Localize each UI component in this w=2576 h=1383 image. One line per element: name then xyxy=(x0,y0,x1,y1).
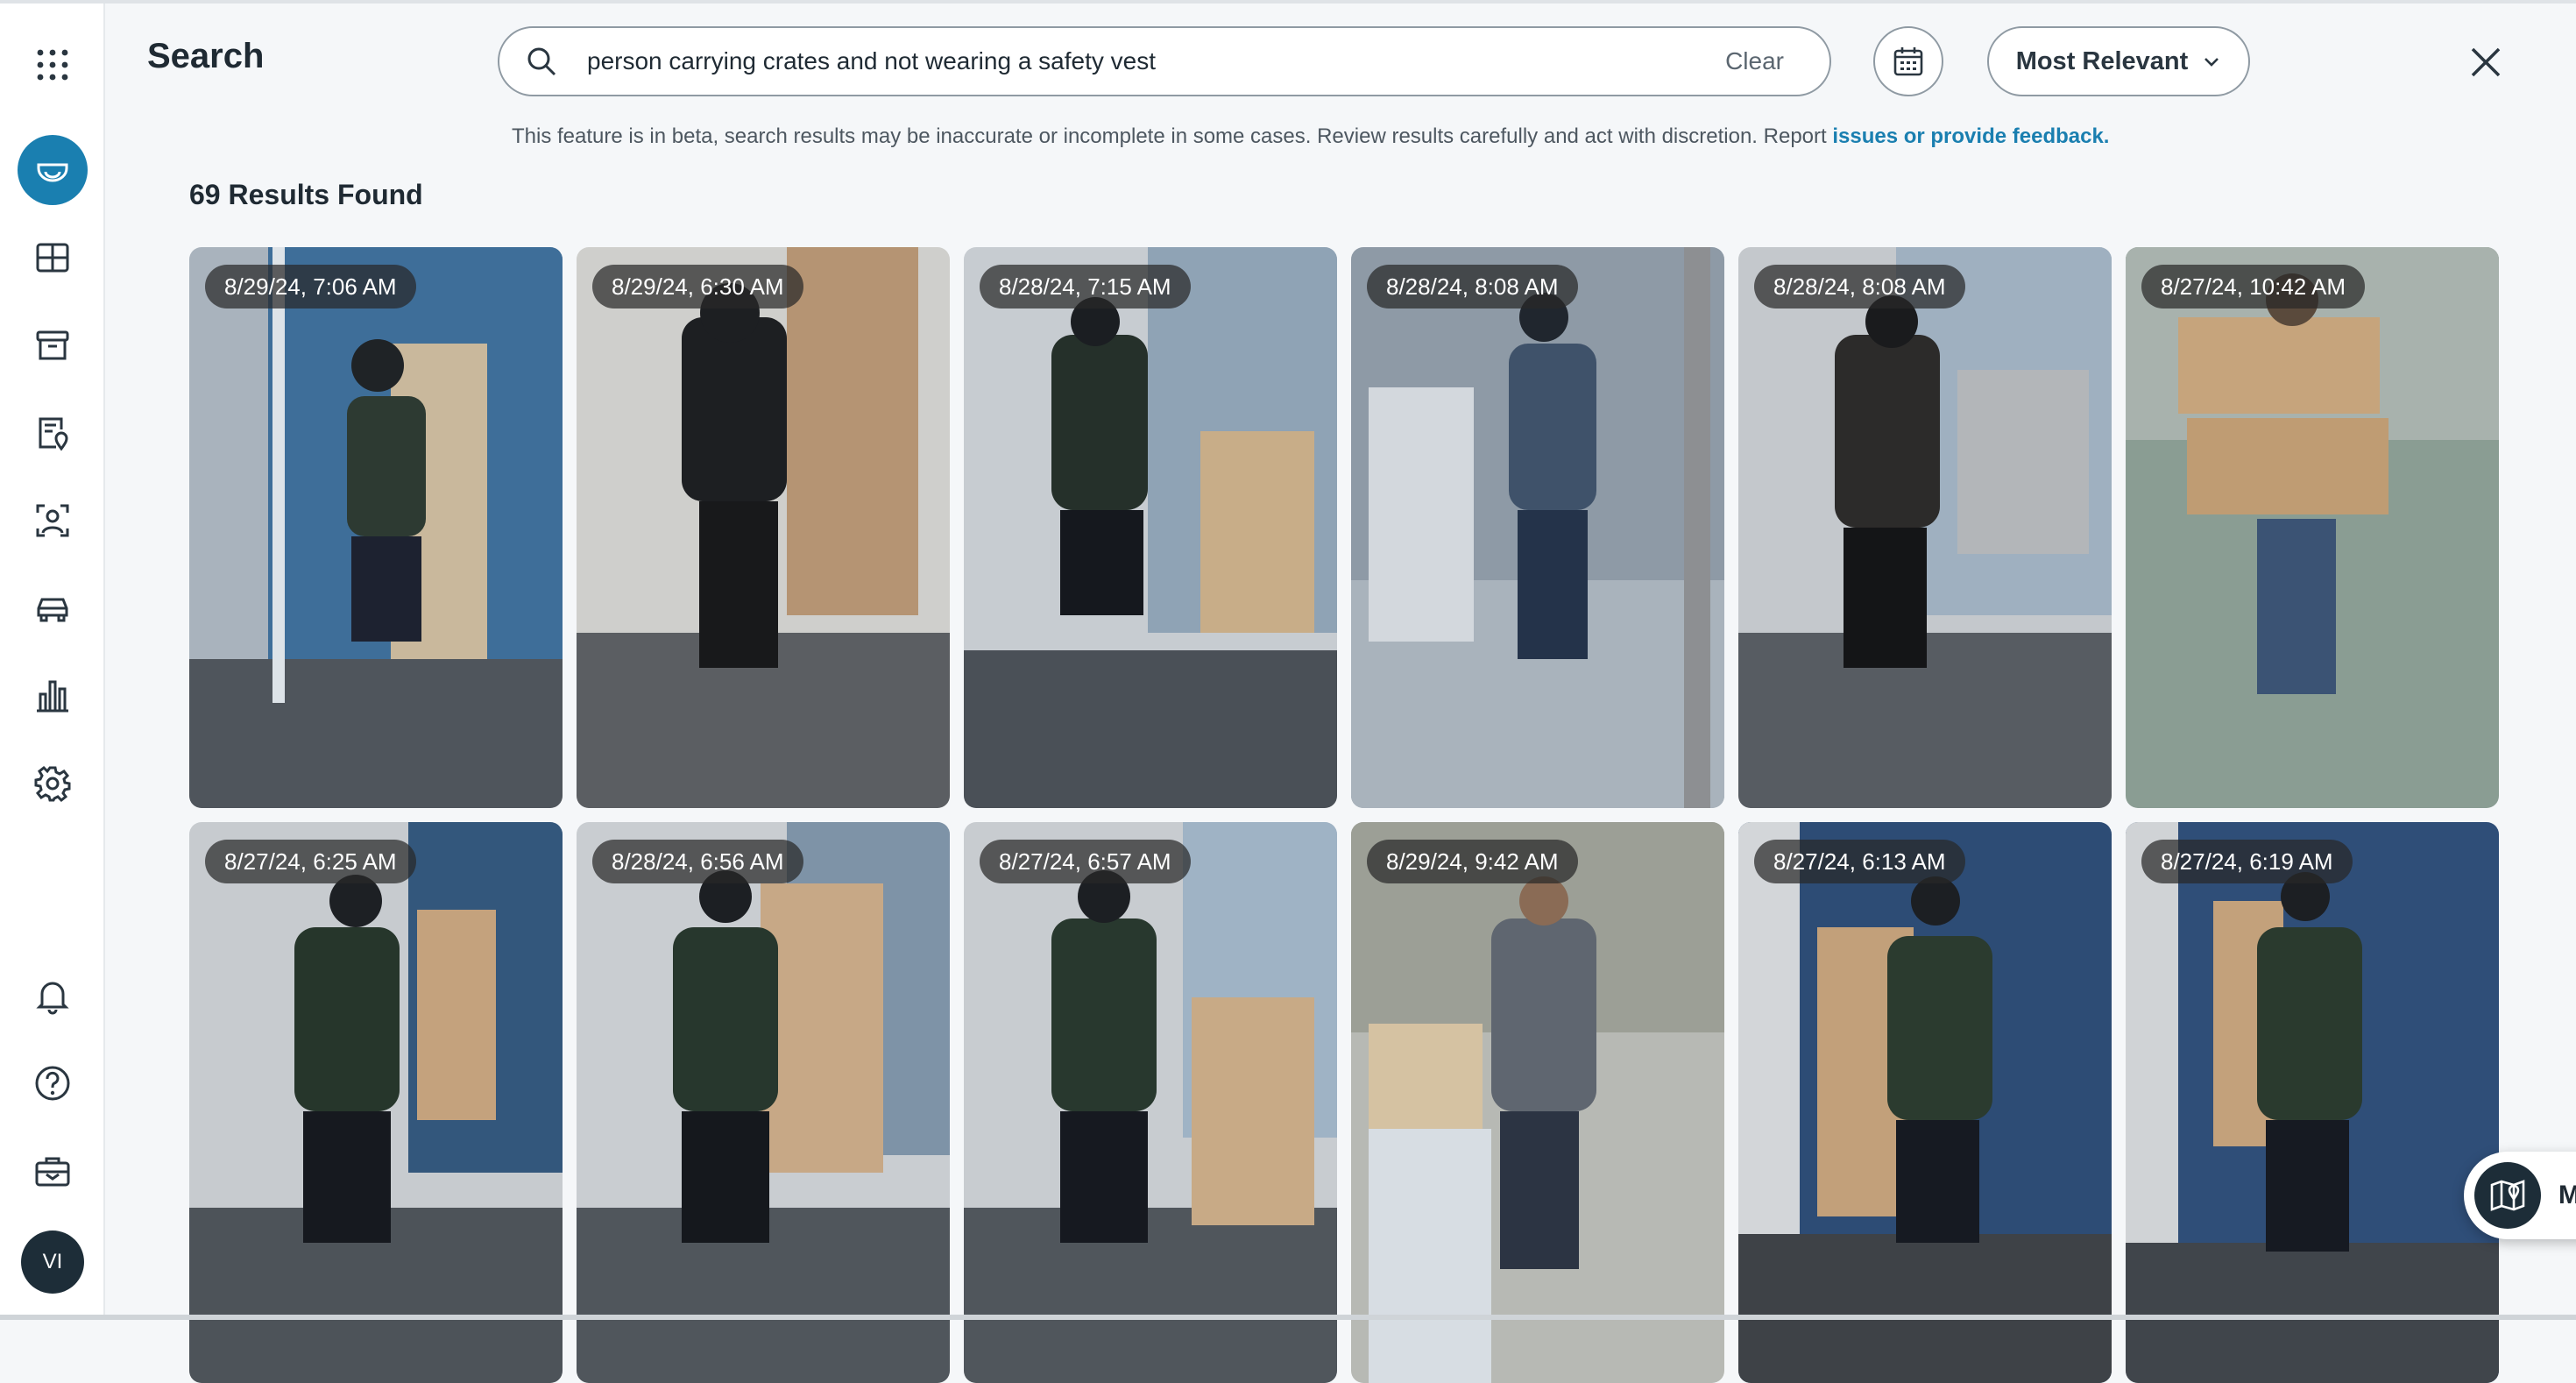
timestamp-badge: 8/27/24, 6:25 AM xyxy=(205,840,416,883)
timestamp-badge: 8/27/24, 6:13 AM xyxy=(1754,840,1965,883)
result-thumbnail xyxy=(1351,822,1724,1383)
timestamp-badge: 8/29/24, 9:42 AM xyxy=(1367,840,1578,883)
result-card[interactable]: 8/27/24, 6:57 AM xyxy=(964,822,1337,1383)
result-thumbnail xyxy=(2126,247,2499,808)
camera-dome-icon xyxy=(37,163,68,182)
result-thumbnail xyxy=(189,822,563,1383)
feedback-link[interactable]: issues or provide feedback. xyxy=(1832,124,2109,148)
close-icon[interactable] xyxy=(2466,42,2506,82)
map-button[interactable]: Map xyxy=(2464,1152,2576,1239)
timestamp-badge: 8/27/24, 10:42 AM xyxy=(2141,265,2366,309)
date-filter-button[interactable] xyxy=(1873,26,1943,96)
map-icon xyxy=(2490,1180,2525,1211)
person-scan-icon xyxy=(36,504,69,537)
result-card[interactable]: 8/27/24, 6:25 AM xyxy=(189,822,563,1383)
toolbox-icon xyxy=(35,1157,70,1187)
result-thumbnail xyxy=(577,822,950,1383)
sidebar-item-vehicles[interactable] xyxy=(18,573,88,643)
sidebar-item-people[interactable] xyxy=(18,486,88,556)
analytics-icon xyxy=(37,680,68,713)
result-thumbnail xyxy=(2126,822,2499,1383)
results-count: 69 Results Found xyxy=(189,179,423,210)
timestamp-badge: 8/28/24, 8:08 AM xyxy=(1754,265,1965,309)
gear-icon xyxy=(34,765,71,803)
sidebar-item-analytics[interactable] xyxy=(18,661,88,731)
map-icon-wrap xyxy=(2474,1162,2541,1229)
sidebar: VI xyxy=(0,4,105,1315)
timestamp-badge: 8/28/24, 8:08 AM xyxy=(1367,265,1578,309)
help-icon xyxy=(35,1066,70,1101)
timestamp-badge: 8/29/24, 6:30 AM xyxy=(592,265,803,309)
search-query[interactable]: person carrying crates and not wearing a… xyxy=(587,47,1725,75)
page-title: Search xyxy=(147,37,265,75)
search-input[interactable]: person carrying crates and not wearing a… xyxy=(498,26,1831,96)
sort-dropdown[interactable]: Most Relevant xyxy=(1987,26,2250,96)
result-card[interactable]: 8/28/24, 8:08 AM xyxy=(1351,247,1724,808)
avatar[interactable]: VI xyxy=(21,1231,84,1294)
beta-notice: This feature is in beta, search results … xyxy=(512,124,2109,149)
sidebar-item-help[interactable] xyxy=(18,1048,88,1118)
map-label: Map xyxy=(2558,1181,2576,1209)
result-card[interactable]: 8/29/24, 7:06 AM xyxy=(189,247,563,808)
search-panel: Search person carrying crates and not we… xyxy=(107,4,2576,1383)
result-thumbnail xyxy=(964,822,1337,1383)
calendar-icon xyxy=(1893,47,1923,76)
beta-notice-text: This feature is in beta, search results … xyxy=(512,124,1833,148)
sidebar-item-settings[interactable] xyxy=(18,748,88,819)
sidebar-item-cameras[interactable] xyxy=(18,135,88,205)
result-card[interactable]: 8/28/24, 8:08 AM xyxy=(1738,247,2112,808)
result-thumbnail xyxy=(189,247,563,808)
result-card[interactable]: 8/28/24, 7:15 AM xyxy=(964,247,1337,808)
result-card[interactable]: 8/27/24, 6:13 AM xyxy=(1738,822,2112,1383)
apps-menu-button[interactable] xyxy=(18,30,88,100)
timestamp-badge: 8/28/24, 7:15 AM xyxy=(980,265,1191,309)
timestamp-badge: 8/27/24, 6:57 AM xyxy=(980,840,1191,883)
archive-icon xyxy=(36,330,69,360)
timestamp-badge: 8/27/24, 6:19 AM xyxy=(2141,840,2353,883)
sort-label: Most Relevant xyxy=(2015,46,2189,75)
sidebar-item-views[interactable] xyxy=(18,223,88,293)
search-icon xyxy=(527,47,556,76)
sidebar-item-reports[interactable] xyxy=(18,398,88,468)
result-thumbnail xyxy=(1351,247,1724,808)
result-card[interactable]: 8/27/24, 10:42 AM xyxy=(2126,247,2499,808)
sidebar-item-archive[interactable] xyxy=(18,310,88,380)
bell-icon xyxy=(36,982,69,1015)
vehicle-icon xyxy=(37,598,68,622)
grid-icon xyxy=(36,243,69,273)
result-thumbnail xyxy=(1738,822,2112,1383)
report-location-icon xyxy=(39,417,68,451)
result-thumbnail xyxy=(964,247,1337,808)
clear-button[interactable]: Clear xyxy=(1725,47,1784,75)
result-card[interactable]: 8/29/24, 6:30 AM xyxy=(577,247,950,808)
sidebar-item-notifications[interactable] xyxy=(18,961,88,1031)
timestamp-badge: 8/28/24, 6:56 AM xyxy=(592,840,803,883)
chevron-down-icon xyxy=(2204,58,2219,67)
result-card[interactable]: 8/29/24, 9:42 AM xyxy=(1351,822,1724,1383)
result-card[interactable]: 8/28/24, 6:56 AM xyxy=(577,822,950,1383)
bottom-border xyxy=(0,1315,2576,1320)
sidebar-item-tools[interactable] xyxy=(18,1136,88,1206)
result-thumbnail xyxy=(1738,247,2112,808)
result-card[interactable]: 8/27/24, 6:19 AM xyxy=(2126,822,2499,1383)
timestamp-badge: 8/29/24, 7:06 AM xyxy=(205,265,416,309)
apps-grid-icon xyxy=(37,49,68,81)
result-thumbnail xyxy=(577,247,950,808)
